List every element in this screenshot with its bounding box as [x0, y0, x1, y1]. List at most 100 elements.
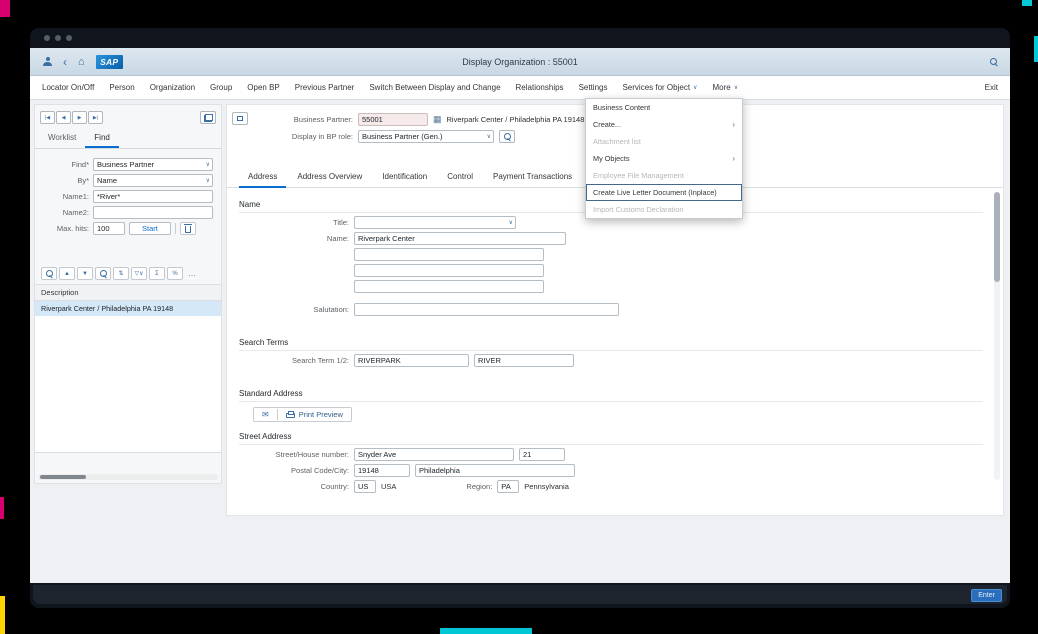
salutation-input[interactable] [354, 303, 619, 316]
tab-identification[interactable]: Identification [373, 167, 436, 187]
last-record-button[interactable]: ▶| [88, 111, 103, 124]
sum-button[interactable]: Σ [149, 267, 165, 280]
max-hits-input[interactable] [93, 222, 125, 235]
bp-role-select[interactable]: Business Partner (Gen.)∨ [358, 130, 494, 143]
chevron-down-icon: ∨ [487, 133, 491, 140]
sap-shell-header: Display Organization : 55001 ‹ ⌂ SAP [30, 48, 1010, 76]
postal-code-city-label: Postal Code/City: [239, 466, 349, 475]
window-minimize-button[interactable] [55, 35, 61, 41]
country-label: Country: [239, 482, 349, 491]
window-zoom-button[interactable] [66, 35, 72, 41]
toolbar-item-person[interactable]: Person [109, 83, 134, 92]
address-versions-button[interactable]: ✉ [254, 408, 277, 421]
menu-item-create[interactable]: Create...› [586, 116, 742, 133]
name1-label: Name1: [43, 192, 89, 201]
street-house-number-label: Street/House number: [239, 450, 349, 459]
sort-descending-button[interactable]: ▼ [77, 267, 93, 280]
detach-panel-button[interactable] [200, 111, 216, 124]
tab-address-overview[interactable]: Address Overview [288, 167, 371, 187]
toolbar-item-locator-on-off[interactable]: Locator On/Off [42, 83, 94, 92]
chevron-down-icon: ∨ [509, 219, 513, 226]
menu-item-business-content[interactable]: Business Content [586, 99, 742, 116]
tab-find[interactable]: Find [85, 130, 119, 148]
toolbar-item-organization[interactable]: Organization [150, 83, 195, 92]
partner-description: Riverpark Center / Philadelphia PA 19148 [447, 115, 585, 124]
search-button[interactable] [990, 58, 997, 65]
business-partner-input[interactable] [358, 113, 428, 126]
name1-input[interactable] [93, 190, 213, 203]
street-input[interactable] [354, 448, 514, 461]
country-input[interactable] [354, 480, 376, 493]
building-icon: ▦ [433, 115, 442, 124]
next-record-button[interactable]: ▶ [72, 111, 87, 124]
user-menu-button[interactable] [43, 57, 52, 66]
name-line2-input[interactable] [354, 248, 544, 261]
find-in-list-button[interactable] [95, 267, 111, 280]
house-number-input[interactable] [519, 448, 565, 461]
toolbar-item-open-bp[interactable]: Open BP [247, 83, 279, 92]
business-partner-label: Business Partner: [263, 115, 353, 124]
scrollbar-thumb[interactable] [994, 192, 1000, 282]
trash-icon [185, 226, 191, 233]
by-label: By* [43, 176, 89, 185]
locator-tabstrip: Worklist Find [35, 130, 221, 149]
expand-button[interactable] [232, 112, 248, 125]
clear-button[interactable] [180, 222, 196, 235]
enter-button[interactable]: Enter [971, 589, 1002, 602]
decoration [0, 497, 4, 519]
more-icon[interactable]: … [188, 269, 197, 278]
title-select[interactable]: ∨ [354, 216, 516, 229]
horizontal-scrollbar[interactable] [38, 474, 218, 480]
sort-ascending-button[interactable]: ▲ [59, 267, 75, 280]
percent-button[interactable]: % [167, 267, 183, 280]
salutation-label: Salutation: [239, 305, 349, 314]
toolbar-item-settings[interactable]: Settings [579, 83, 608, 92]
tab-control[interactable]: Control [438, 167, 482, 187]
vertical-scrollbar[interactable] [994, 192, 1000, 480]
city-input[interactable] [415, 464, 575, 477]
toolbar-item-switch-display-change[interactable]: Switch Between Display and Change [369, 83, 500, 92]
name-line3-input[interactable] [354, 264, 544, 277]
start-button[interactable]: Start [129, 222, 171, 235]
toolbar-item-more[interactable]: More∨ [712, 83, 738, 92]
first-record-button[interactable]: |◀ [40, 111, 55, 124]
letter-icon: ✉ [262, 410, 269, 419]
services-for-object-menu: Business Content Create...› Attachment l… [585, 98, 743, 219]
zoom-button[interactable] [41, 267, 57, 280]
window-close-button[interactable] [44, 35, 50, 41]
tab-address[interactable]: Address [239, 167, 286, 188]
search-term1-input[interactable] [354, 354, 469, 367]
previous-record-button[interactable]: ◀ [56, 111, 71, 124]
region-input[interactable] [497, 480, 519, 493]
by-select[interactable]: Name∨ [93, 174, 213, 187]
role-search-button[interactable] [499, 130, 515, 143]
toolbar-item-exit[interactable]: Exit [985, 83, 998, 92]
name-input[interactable] [354, 232, 566, 245]
home-button[interactable]: ⌂ [78, 57, 85, 67]
results-column-header: Description [35, 284, 221, 301]
find-select[interactable]: Business Partner∨ [93, 158, 213, 171]
region-label: Region: [466, 482, 492, 491]
back-button[interactable]: ‹ [63, 57, 67, 67]
section-title-search-terms: Search Terms [239, 334, 983, 351]
toolbar-item-previous-partner[interactable]: Previous Partner [295, 83, 355, 92]
name2-input[interactable] [93, 206, 213, 219]
tab-payment-transactions[interactable]: Payment Transactions [484, 167, 581, 187]
menu-item-create-live-letter-document[interactable]: Create Live Letter Document (Inplace) [586, 184, 742, 201]
toolbar-item-services-for-object[interactable]: Services for Object∨ [622, 83, 697, 92]
filter-button[interactable]: ▽∨ [131, 267, 147, 280]
menu-item-my-objects[interactable]: My Objects› [586, 150, 742, 167]
tab-worklist[interactable]: Worklist [39, 130, 85, 148]
search-icon [504, 133, 511, 140]
list-item[interactable]: Riverpark Center / Philadelphia PA 19148 [35, 301, 221, 316]
postal-code-input[interactable] [354, 464, 410, 477]
swap-button[interactable]: ⇅ [113, 267, 129, 280]
print-preview-button[interactable]: Print Preview [278, 408, 351, 421]
scrollbar-thumb[interactable] [40, 475, 86, 479]
toolbar-item-relationships[interactable]: Relationships [516, 83, 564, 92]
search-term2-input[interactable] [474, 354, 574, 367]
menu-item-import-customs-declaration: Import Customs Declaration [586, 201, 742, 218]
name-line4-input[interactable] [354, 280, 544, 293]
printer-icon [286, 413, 295, 418]
toolbar-item-group[interactable]: Group [210, 83, 232, 92]
